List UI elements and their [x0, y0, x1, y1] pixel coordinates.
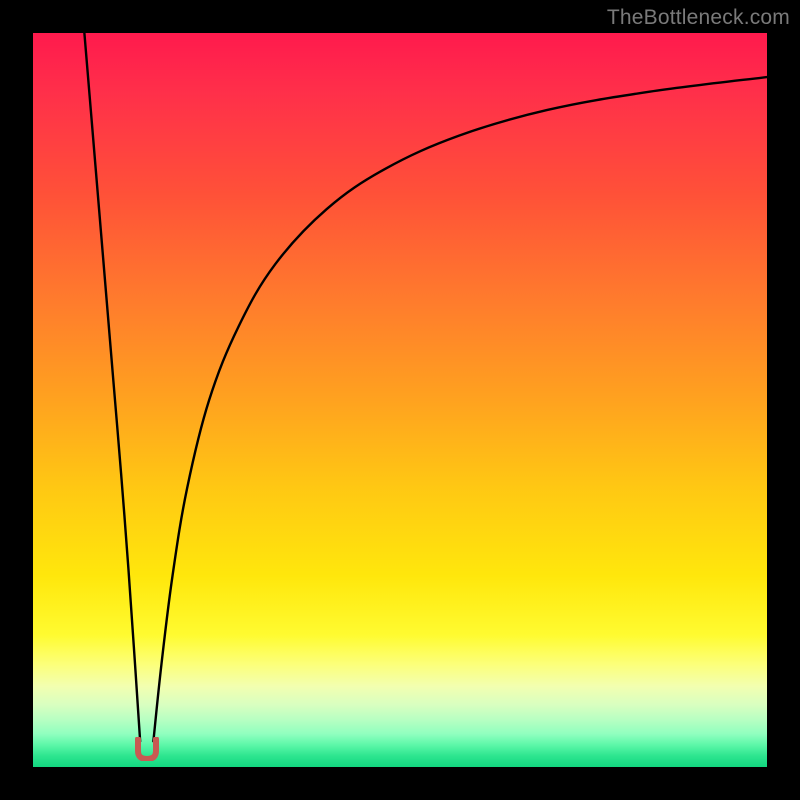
- chart-frame: TheBottleneck.com: [0, 0, 800, 800]
- valley-marker-icon: [134, 737, 160, 761]
- plot-area: [33, 33, 767, 767]
- curve-right-branch: [153, 77, 767, 741]
- curve-layer: [33, 33, 767, 767]
- curve-left-branch: [84, 33, 140, 741]
- watermark-text: TheBottleneck.com: [607, 6, 790, 30]
